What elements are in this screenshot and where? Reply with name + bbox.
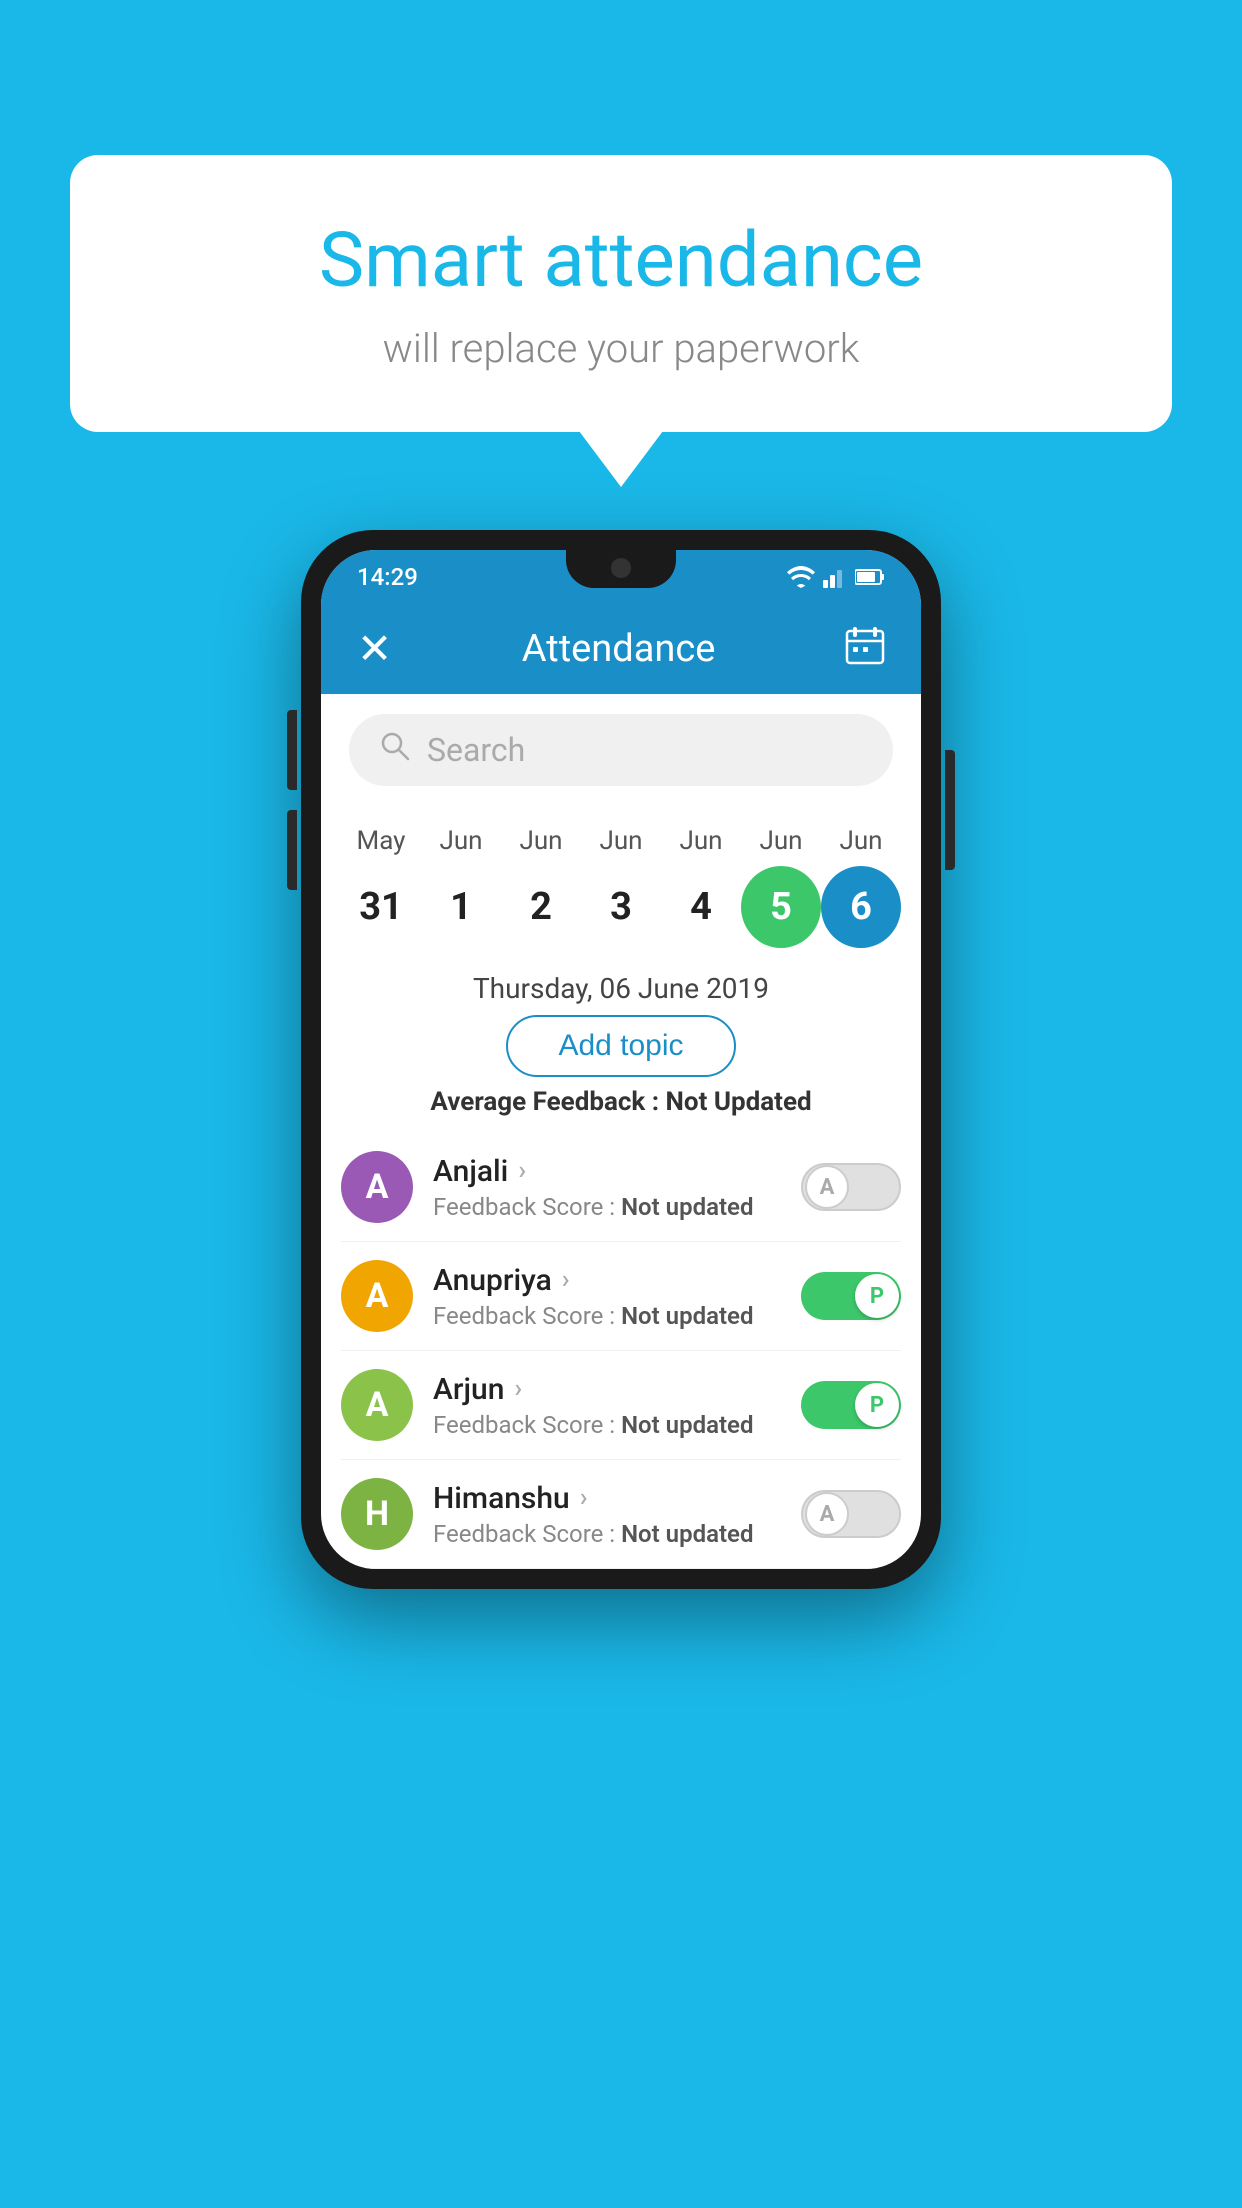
- volume-up-button: [287, 710, 297, 790]
- calendar-icon[interactable]: [845, 625, 885, 674]
- calendar-months: MayJunJunJunJunJunJun: [341, 826, 901, 856]
- student-name-1: Anupriya ›: [433, 1263, 781, 1298]
- toggle-knob-3: A: [805, 1492, 849, 1536]
- speech-bubble-subtitle: will replace your paperwork: [150, 325, 1092, 372]
- student-toggle-3[interactable]: A: [801, 1490, 901, 1538]
- cal-month-6: Jun: [821, 826, 901, 856]
- student-feedback-0: Feedback Score : Not updated: [433, 1193, 781, 1221]
- avg-feedback-label: Average Feedback :: [430, 1087, 659, 1117]
- calendar-dates[interactable]: 31123456: [341, 866, 901, 948]
- student-list: A Anjali › Feedback Score : Not updated …: [321, 1133, 921, 1569]
- add-topic-button[interactable]: Add topic: [506, 1015, 735, 1077]
- close-button[interactable]: ✕: [357, 624, 392, 674]
- battery-icon: [855, 568, 885, 586]
- toggle-knob-0: A: [805, 1165, 849, 1209]
- cal-month-5: Jun: [741, 826, 821, 856]
- cal-month-1: Jun: [421, 826, 501, 856]
- student-feedback-1: Feedback Score : Not updated: [433, 1302, 781, 1330]
- student-avatar-2: A: [341, 1369, 413, 1441]
- student-item-2[interactable]: A Arjun › Feedback Score : Not updated P: [341, 1351, 901, 1460]
- avg-feedback: Average Feedback : Not Updated: [321, 1087, 921, 1117]
- student-feedback-3: Feedback Score : Not updated: [433, 1520, 781, 1548]
- cal-date-2[interactable]: 2: [501, 866, 581, 948]
- student-feedback-value-1: Not updated: [621, 1302, 753, 1330]
- student-name-2: Arjun ›: [433, 1372, 781, 1407]
- cal-month-0: May: [341, 826, 421, 856]
- avg-feedback-value: Not Updated: [666, 1087, 812, 1117]
- speech-bubble-container: Smart attendance will replace your paper…: [70, 155, 1172, 432]
- student-toggle-0[interactable]: A: [801, 1163, 901, 1211]
- student-toggle-2[interactable]: P: [801, 1381, 901, 1429]
- student-chevron-3: ›: [580, 1483, 588, 1513]
- cal-date-3[interactable]: 3: [581, 866, 661, 948]
- student-avatar-0: A: [341, 1151, 413, 1223]
- phone-notch: [566, 550, 676, 588]
- student-item-1[interactable]: A Anupriya › Feedback Score : Not update…: [341, 1242, 901, 1351]
- search-bar[interactable]: Search: [349, 714, 893, 786]
- student-info-2: Arjun › Feedback Score : Not updated: [433, 1372, 781, 1439]
- student-info-0: Anjali › Feedback Score : Not updated: [433, 1154, 781, 1221]
- phone-screen: 14:29: [321, 550, 921, 1569]
- student-feedback-value-3: Not updated: [621, 1520, 753, 1548]
- cal-date-4[interactable]: 4: [661, 866, 741, 948]
- header-title: Attendance: [522, 627, 716, 671]
- student-info-3: Himanshu › Feedback Score : Not updated: [433, 1481, 781, 1548]
- student-name-0: Anjali ›: [433, 1154, 781, 1189]
- volume-down-button: [287, 810, 297, 890]
- cal-date-0[interactable]: 31: [341, 866, 421, 948]
- selected-date-label: Thursday, 06 June 2019: [321, 972, 921, 1005]
- phone-outer: 14:29: [301, 530, 941, 1589]
- calendar-strip: MayJunJunJunJunJunJun 31123456: [321, 806, 921, 958]
- cal-month-3: Jun: [581, 826, 661, 856]
- app-header: ✕ Attendance: [321, 604, 921, 694]
- student-feedback-2: Feedback Score : Not updated: [433, 1411, 781, 1439]
- student-feedback-value-2: Not updated: [621, 1411, 753, 1439]
- speech-bubble-title: Smart attendance: [150, 215, 1092, 305]
- toggle-knob-2: P: [855, 1383, 899, 1427]
- power-button: [945, 750, 955, 870]
- student-name-3: Himanshu ›: [433, 1481, 781, 1516]
- phone-mockup: 14:29: [301, 530, 941, 1589]
- cal-date-1[interactable]: 1: [421, 866, 501, 948]
- speech-bubble: Smart attendance will replace your paper…: [70, 155, 1172, 432]
- student-chevron-1: ›: [562, 1265, 570, 1295]
- student-avatar-3: H: [341, 1478, 413, 1550]
- wifi-icon: [787, 566, 815, 588]
- status-icons: [787, 566, 885, 588]
- cal-month-4: Jun: [661, 826, 741, 856]
- student-chevron-0: ›: [518, 1156, 526, 1186]
- status-time: 14:29: [357, 563, 418, 591]
- cal-date-5[interactable]: 5: [741, 866, 821, 948]
- search-icon: [379, 730, 411, 770]
- student-feedback-value-0: Not updated: [621, 1193, 753, 1221]
- student-toggle-1[interactable]: P: [801, 1272, 901, 1320]
- cal-month-2: Jun: [501, 826, 581, 856]
- search-placeholder: Search: [427, 731, 525, 769]
- cal-date-6[interactable]: 6: [821, 866, 901, 948]
- student-info-1: Anupriya › Feedback Score : Not updated: [433, 1263, 781, 1330]
- student-avatar-1: A: [341, 1260, 413, 1332]
- toggle-knob-1: P: [855, 1274, 899, 1318]
- student-chevron-2: ›: [514, 1374, 522, 1404]
- student-item-3[interactable]: H Himanshu › Feedback Score : Not update…: [341, 1460, 901, 1569]
- student-item-0[interactable]: A Anjali › Feedback Score : Not updated …: [341, 1133, 901, 1242]
- signal-icon: [823, 566, 847, 588]
